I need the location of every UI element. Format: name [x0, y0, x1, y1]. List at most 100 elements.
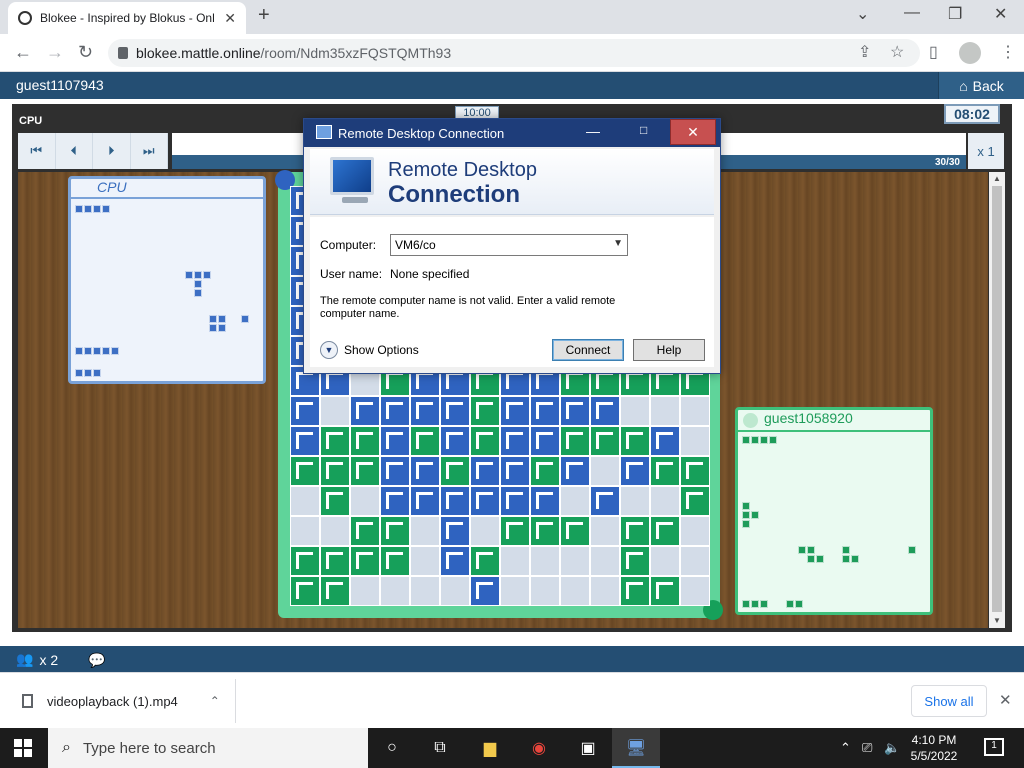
- board-cell[interactable]: [650, 486, 680, 516]
- board-cell[interactable]: [470, 546, 500, 576]
- board-cell[interactable]: [500, 426, 530, 456]
- remaining-piece-square[interactable]: [807, 555, 815, 563]
- share-icon[interactable]: ⇪: [858, 42, 871, 62]
- board-cell[interactable]: [320, 576, 350, 606]
- board-cell[interactable]: [560, 456, 590, 486]
- board-cell[interactable]: [410, 486, 440, 516]
- new-tab-button[interactable]: +: [258, 4, 270, 27]
- board-cell[interactable]: [620, 396, 650, 426]
- board-cell[interactable]: [380, 576, 410, 606]
- board-cell[interactable]: [560, 486, 590, 516]
- remaining-piece-square[interactable]: [751, 600, 759, 608]
- window-minimize-button[interactable]: —: [904, 4, 920, 22]
- download-shelf-close-icon[interactable]: ✕: [999, 691, 1012, 709]
- board-cell[interactable]: [350, 426, 380, 456]
- board-cell[interactable]: [530, 486, 560, 516]
- board-cell[interactable]: [380, 396, 410, 426]
- board-cell[interactable]: [380, 426, 410, 456]
- board-cell[interactable]: [590, 396, 620, 426]
- board-cell[interactable]: [530, 546, 560, 576]
- scroll-thumb[interactable]: [992, 186, 1002, 612]
- remaining-piece-square[interactable]: [93, 347, 101, 355]
- remaining-piece-square[interactable]: [795, 600, 803, 608]
- board-cell[interactable]: [290, 456, 320, 486]
- notification-center-icon[interactable]: 1: [984, 738, 1004, 756]
- board-cell[interactable]: [500, 516, 530, 546]
- board-cell[interactable]: [290, 516, 320, 546]
- remaining-piece-square[interactable]: [798, 546, 806, 554]
- board-cell[interactable]: [620, 486, 650, 516]
- bookmark-star-icon[interactable]: ☆: [890, 42, 904, 62]
- board-cell[interactable]: [650, 576, 680, 606]
- board-cell[interactable]: [380, 456, 410, 486]
- remaining-piece-square[interactable]: [842, 546, 850, 554]
- back-arrow-icon[interactable]: ←: [14, 42, 32, 63]
- browser-menu-icon[interactable]: ⋮: [1000, 42, 1016, 62]
- file-explorer-icon[interactable]: ▆: [478, 736, 502, 760]
- remaining-piece-square[interactable]: [203, 271, 211, 279]
- board-cell[interactable]: [440, 516, 470, 546]
- board-cell[interactable]: [500, 456, 530, 486]
- cortana-icon[interactable]: ○: [380, 736, 404, 760]
- profile-avatar-icon[interactable]: [959, 42, 981, 64]
- remaining-piece-square[interactable]: [908, 546, 916, 554]
- rdc-titlebar[interactable]: Remote Desktop Connection — □ ✕: [304, 119, 720, 147]
- board-cell[interactable]: [410, 456, 440, 486]
- board-cell[interactable]: [290, 576, 320, 606]
- board-cell[interactable]: [290, 396, 320, 426]
- remaining-piece-square[interactable]: [218, 315, 226, 323]
- replay-speed-button[interactable]: x 1: [968, 133, 1004, 169]
- board-cell[interactable]: [350, 546, 380, 576]
- board-cell[interactable]: [650, 516, 680, 546]
- remaining-piece-square[interactable]: [807, 546, 815, 554]
- remaining-piece-square[interactable]: [742, 511, 750, 519]
- board-cell[interactable]: [440, 486, 470, 516]
- windows-start-icon[interactable]: [14, 739, 32, 757]
- board-cell[interactable]: [590, 426, 620, 456]
- remaining-piece-square[interactable]: [842, 555, 850, 563]
- board-cell[interactable]: [680, 456, 710, 486]
- board-cell[interactable]: [410, 546, 440, 576]
- board-cell[interactable]: [590, 456, 620, 486]
- board-cell[interactable]: [680, 486, 710, 516]
- remaining-piece-square[interactable]: [816, 555, 824, 563]
- remaining-piece-square[interactable]: [742, 520, 750, 528]
- address-bar[interactable]: blokee.mattle.online/room/Ndm35xzFQSTQMT…: [108, 39, 920, 67]
- board-cell[interactable]: [560, 576, 590, 606]
- taskbar-search[interactable]: ⌕ Type here to search: [48, 728, 368, 768]
- remaining-piece-square[interactable]: [84, 369, 92, 377]
- board-cell[interactable]: [290, 486, 320, 516]
- board-cell[interactable]: [500, 576, 530, 606]
- remaining-piece-square[interactable]: [93, 205, 101, 213]
- board-cell[interactable]: [530, 576, 560, 606]
- rdc-taskbar-button[interactable]: 🖥: [612, 728, 660, 768]
- chevron-up-icon[interactable]: ⌃: [210, 694, 220, 708]
- browser-tab[interactable]: Blokee - Inspired by Blokus - Onl ✕: [8, 2, 246, 34]
- board-cell[interactable]: [680, 576, 710, 606]
- help-button[interactable]: Help: [633, 339, 705, 361]
- board-cell[interactable]: [470, 486, 500, 516]
- board-cell[interactable]: [560, 396, 590, 426]
- remaining-piece-square[interactable]: [769, 436, 777, 444]
- players-indicator[interactable]: 👥 x 2: [16, 651, 58, 668]
- back-button[interactable]: ⌂ Back: [938, 72, 1024, 99]
- taskbar-clock[interactable]: 4:10 PM 5/5/2022: [904, 732, 964, 764]
- chat-icon[interactable]: 💬: [88, 652, 105, 669]
- window-restore-button[interactable]: ❐: [948, 4, 962, 24]
- board-cell[interactable]: [530, 516, 560, 546]
- board-cell[interactable]: [680, 516, 710, 546]
- rdc-close-button[interactable]: ✕: [670, 119, 716, 145]
- board-scrollbar[interactable]: ▲ ▼: [989, 172, 1005, 628]
- scroll-down-icon[interactable]: ▼: [993, 616, 1001, 625]
- remaining-piece-square[interactable]: [111, 347, 119, 355]
- board-cell[interactable]: [350, 516, 380, 546]
- board-cell[interactable]: [470, 576, 500, 606]
- board-cell[interactable]: [440, 396, 470, 426]
- board-cell[interactable]: [320, 546, 350, 576]
- remaining-piece-square[interactable]: [209, 315, 217, 323]
- board-cell[interactable]: [320, 456, 350, 486]
- board-cell[interactable]: [470, 426, 500, 456]
- connect-button[interactable]: Connect: [552, 339, 624, 361]
- board-cell[interactable]: [650, 426, 680, 456]
- board-cell[interactable]: [350, 576, 380, 606]
